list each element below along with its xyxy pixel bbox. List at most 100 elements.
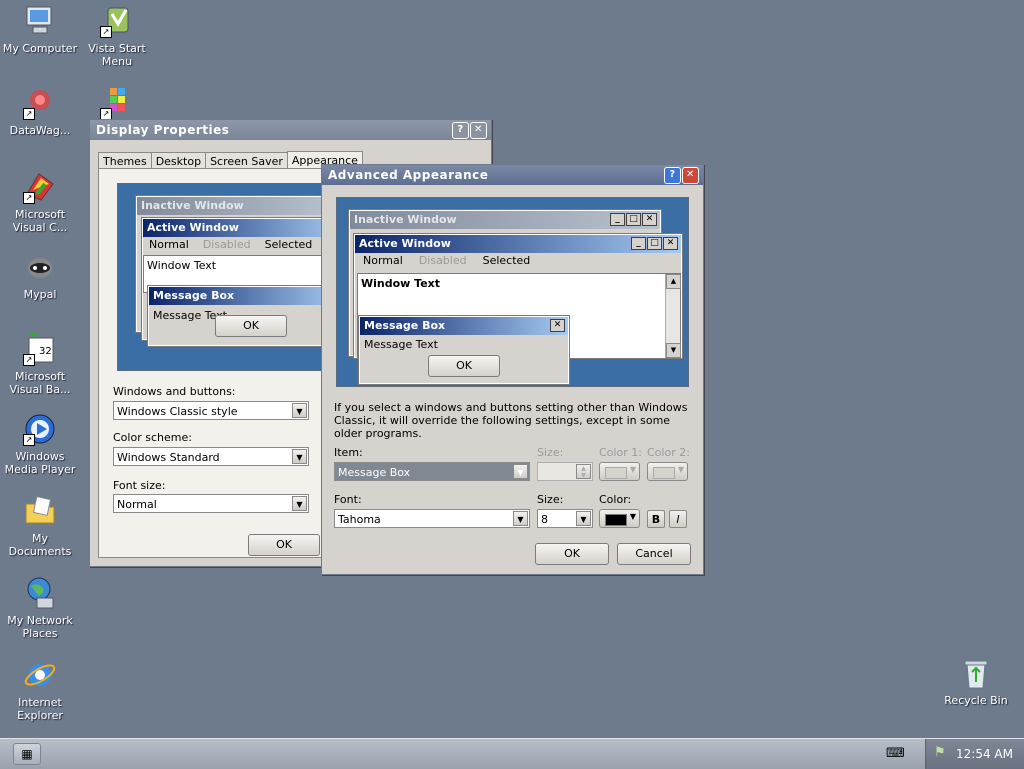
minimize-icon: _ <box>631 237 646 250</box>
close-button[interactable]: ✕ <box>682 167 699 184</box>
preview-menu-bar: Normal Disabled Selected <box>143 237 343 253</box>
preview-menu-selected: Selected <box>264 238 313 251</box>
help-button[interactable]: ? <box>452 122 469 139</box>
windows-buttons-select[interactable]: Windows Classic style ▼ <box>113 401 309 420</box>
item-size-label: Size: <box>537 446 564 459</box>
adv-preview-message-box: Message Box ✕ Message Text OK <box>358 315 570 385</box>
item-label: Item: <box>334 446 363 459</box>
adv-preview-inactive-title-text: Inactive Window <box>354 213 457 226</box>
network-tray-icon[interactable]: ⚑ <box>934 745 946 760</box>
font-label: Font: <box>334 493 362 506</box>
chevron-down-icon[interactable]: ▼ <box>292 496 307 511</box>
display-ok-button[interactable]: OK <box>248 534 320 556</box>
desktop-icon-my-documents[interactable]: My Documents <box>0 494 80 558</box>
preview-inactive-title: Inactive Window <box>137 197 337 215</box>
desktop-icon-network-places[interactable]: My Network Places <box>0 576 80 640</box>
cancel-button[interactable]: Cancel <box>617 543 691 565</box>
color-swatch <box>605 467 627 479</box>
adv-preview-window-text-label: Window Text <box>361 277 441 290</box>
spinner-icon: ▲ ▼ <box>576 464 591 479</box>
help-button[interactable]: ? <box>664 167 681 184</box>
preview-active-title: Active Window <box>143 219 343 237</box>
font-size-value: Normal <box>117 498 157 511</box>
desktop-icon-mypal[interactable]: Mypal <box>0 250 80 301</box>
chevron-down-icon[interactable]: ▼ <box>513 464 528 479</box>
color1-button: ▼ <box>599 462 640 481</box>
font-size-label: Font size: <box>113 479 166 492</box>
desktop-icon-recycle-bin[interactable]: Recycle Bin <box>936 656 1016 707</box>
desktop-icon-label: My Network Places <box>7 614 73 640</box>
keyboard-icon[interactable]: ⌨ <box>886 746 905 761</box>
adv-preview-active-title: Active Window _ □ ✕ <box>355 235 681 253</box>
chevron-down-icon[interactable]: ▼ <box>292 449 307 464</box>
desktop-icon-my-computer[interactable]: My Computer <box>0 4 80 55</box>
network-icon <box>23 576 57 610</box>
mini-window-controls: _ □ ✕ <box>630 237 678 255</box>
desktop-icon-label: Windows Media Player <box>4 450 76 476</box>
desktop-icon-datawag[interactable]: ↗ DataWag... <box>0 86 80 137</box>
recycle-bin-icon <box>959 656 993 690</box>
font-color-label: Color: <box>599 493 632 506</box>
desktop-icon-vista-start-menu[interactable]: ↗ Vista Start Menu <box>77 4 157 68</box>
desktop-icon-visual-basic[interactable]: 32 ↗ Microsoft Visual Ba... <box>0 332 80 396</box>
preview-message-box: Message Box Message Text OK <box>147 285 345 347</box>
adv-preview-active-title-text: Active Window <box>359 237 451 250</box>
ie-icon <box>23 658 57 692</box>
adv-menu-selected: Selected <box>482 254 531 267</box>
start-button[interactable]: ▦ <box>13 743 41 765</box>
windows-buttons-label: Windows and buttons: <box>113 385 236 398</box>
desktop-icon-internet-explorer[interactable]: Internet Explorer <box>0 658 80 722</box>
close-icon: ✕ <box>663 237 678 250</box>
override-info-text: If you select a windows and buttons sett… <box>334 401 688 440</box>
adv-preview-inactive-title: Inactive Window _ □ ✕ <box>350 211 660 229</box>
taskbar: ▦ ⌨ ⚑ 12:54 AM <box>0 738 1024 769</box>
chevron-down-icon[interactable]: ▼ <box>576 511 591 526</box>
ok-button[interactable]: OK <box>535 543 609 565</box>
display-properties-titlebar[interactable]: Display Properties ? ✕ <box>90 120 491 140</box>
adv-preview-scrollbar: ▲ ▼ <box>665 274 681 358</box>
mypal-icon <box>23 250 57 284</box>
visual-basic-icon: 32 ↗ <box>23 332 57 366</box>
desktop-icon-label: Mypal <box>23 288 57 301</box>
dialog-title: Advanced Appearance <box>328 168 489 182</box>
desktop-icon-label: DataWag... <box>9 124 71 137</box>
help-icon: ? <box>669 169 676 180</box>
computer-icon <box>23 4 57 38</box>
windows-buttons-value: Windows Classic style <box>117 405 238 418</box>
scroll-down-icon: ▼ <box>666 343 681 358</box>
chevron-down-icon: ▼ <box>629 465 636 474</box>
advanced-appearance-dialog[interactable]: Advanced Appearance ? ✕ Inactive Window … <box>321 164 704 575</box>
vista-start-menu-icon: ↗ <box>100 4 134 38</box>
start-grid-icon: ▦ <box>21 747 33 761</box>
advanced-appearance-titlebar[interactable]: Advanced Appearance ? ✕ <box>322 165 703 185</box>
desktop-icon-visual-c[interactable]: ↗ Microsoft Visual C... <box>0 170 80 234</box>
preview-ok-button: OK <box>215 315 287 337</box>
item-size-spinner: ▲ ▼ <box>537 462 593 481</box>
font-size-select[interactable]: Normal ▼ <box>113 494 309 513</box>
adv-menu-normal: Normal <box>363 254 403 267</box>
chevron-down-icon[interactable]: ▼ <box>292 403 307 418</box>
item-value: Message Box <box>338 466 411 479</box>
chevron-down-icon[interactable]: ▼ <box>513 511 528 526</box>
font-select[interactable]: Tahoma ▼ <box>334 509 530 528</box>
color-scheme-select[interactable]: Windows Standard ▼ <box>113 447 309 466</box>
scroll-up-icon: ▲ <box>666 274 681 289</box>
clock[interactable]: 12:54 AM <box>956 747 1013 761</box>
adv-preview-message-box-title-text: Message Box <box>364 319 446 332</box>
font-value: Tahoma <box>338 513 381 526</box>
desktop-icon-label: Vista Start Menu <box>88 42 146 68</box>
font-size-select[interactable]: 8 ▼ <box>537 509 593 528</box>
adv-preview-message-text: Message Text <box>364 338 438 351</box>
color2-label: Color 2: <box>647 446 690 459</box>
close-button[interactable]: ✕ <box>470 122 487 139</box>
italic-button[interactable]: I <box>669 510 687 528</box>
preview-window-text-label: Window Text <box>147 259 217 272</box>
mini-window-controls: _ □ ✕ <box>609 213 657 231</box>
desktop-icon-label: Microsoft Visual C... <box>12 208 68 234</box>
item-select[interactable]: Message Box ▼ <box>334 462 530 481</box>
desktop-icon-label: Internet Explorer <box>17 696 63 722</box>
desktop-icon-media-player[interactable]: ↗ Windows Media Player <box>0 412 80 476</box>
desktop-icon-label: My Computer <box>2 42 78 55</box>
font-color-button[interactable]: ▼ <box>599 509 640 528</box>
bold-button[interactable]: B <box>647 510 665 528</box>
